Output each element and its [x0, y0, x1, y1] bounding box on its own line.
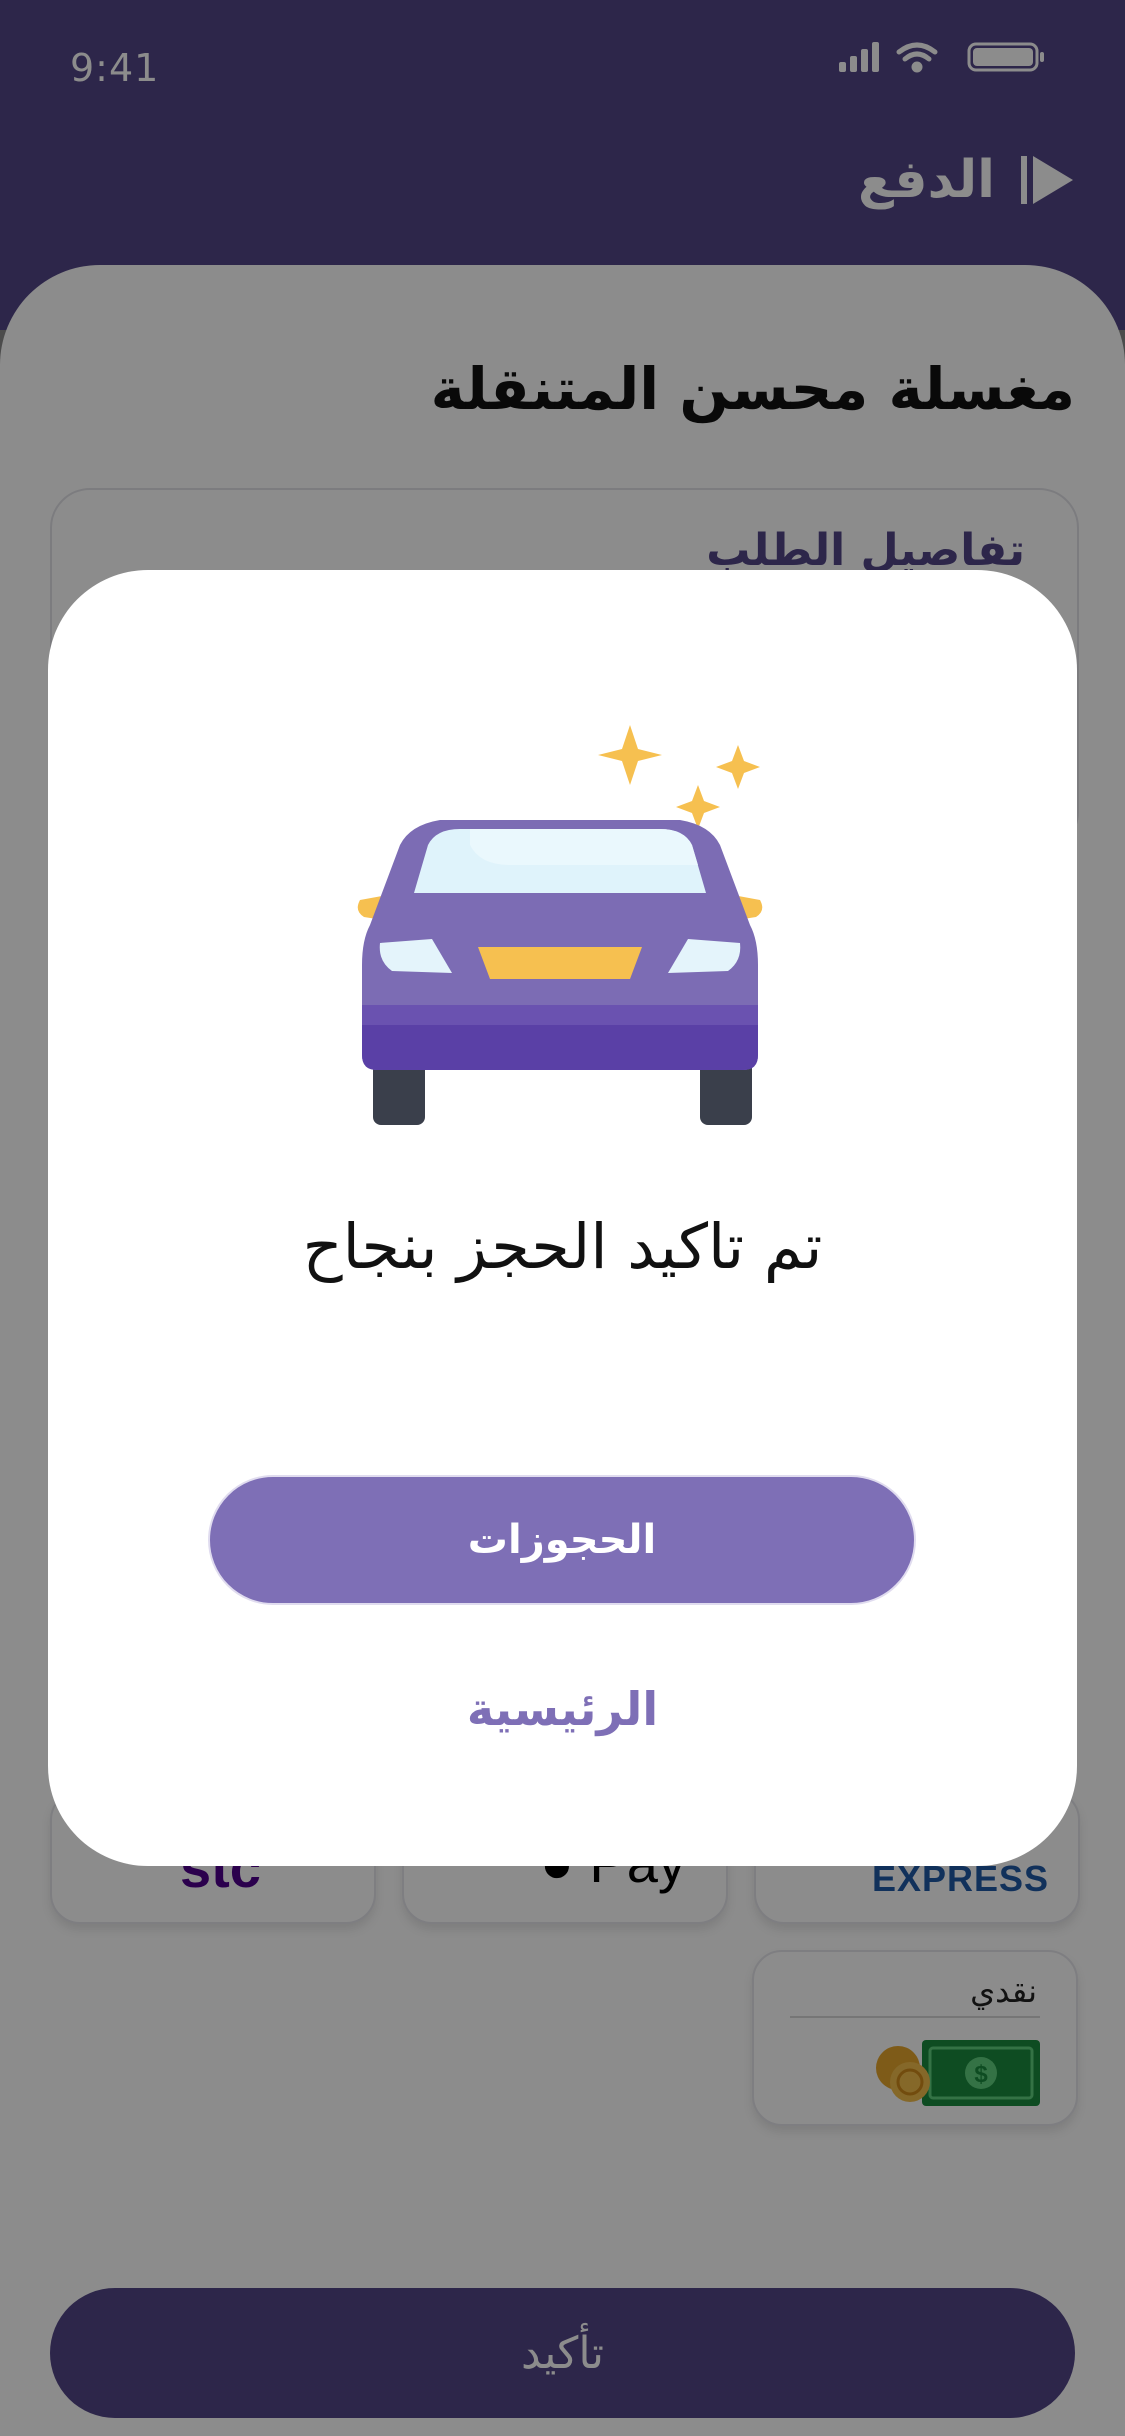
sparkle-icon	[598, 725, 760, 829]
car-icon	[357, 725, 763, 1125]
success-title: تم تاكيد الحجز بنجاح	[302, 1210, 823, 1283]
home-link[interactable]: الرئيسية	[48, 1682, 1077, 1736]
bookings-button-label: الحجوزات	[467, 1517, 657, 1563]
bookings-button[interactable]: الحجوزات	[208, 1475, 916, 1605]
